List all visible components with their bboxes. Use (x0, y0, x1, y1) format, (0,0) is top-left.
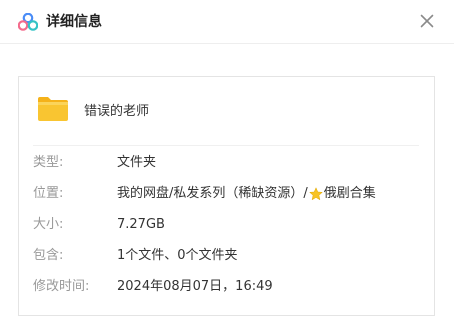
size-label: 大小: (33, 217, 64, 232)
divider (33, 145, 419, 146)
location-label: 位置: (33, 186, 64, 201)
folder-icon (38, 97, 68, 121)
file-name: 错误的老师 (84, 104, 150, 119)
details-panel: 错误的老师 类型: 文件夹 位置: 我的网盘/私发系列（稀缺资源）/ 俄剧合集 … (18, 76, 435, 316)
cloud-logo-icon (18, 13, 38, 31)
location-row: 位置: 我的网盘/私发系列（稀缺资源）/ 俄剧合集 (33, 184, 423, 204)
location-path-text: 我的网盘/私发系列（稀缺资源）/ (117, 186, 308, 201)
type-label: 类型: (33, 155, 64, 170)
modified-value: 2024年08月07日，16:49 (117, 279, 273, 294)
details-dialog: 详细信息 错误的老师 类型: 文件夹 位置: 我的网盘/私发系列（稀缺资源）/ (0, 0, 454, 333)
file-summary: 错误的老师 (19, 77, 434, 145)
modified-label: 修改时间: (33, 279, 90, 294)
location-value: 我的网盘/私发系列（稀缺资源）/ 俄剧合集 (117, 184, 376, 204)
size-value: 7.27GB (117, 217, 165, 232)
modified-row: 修改时间: 2024年08月07日，16:49 (33, 277, 423, 297)
close-icon[interactable] (418, 12, 436, 30)
type-row: 类型: 文件夹 (33, 153, 423, 173)
size-row: 大小: 7.27GB (33, 215, 423, 235)
contains-label: 包含: (33, 248, 64, 263)
dialog-header: 详细信息 (0, 0, 454, 44)
dialog-title: 详细信息 (46, 14, 102, 30)
contains-value: 1个文件、0个文件夹 (117, 248, 238, 263)
location-folder-text: 俄剧合集 (323, 186, 376, 201)
contains-row: 包含: 1个文件、0个文件夹 (33, 246, 423, 266)
type-value: 文件夹 (117, 155, 157, 170)
star-icon (308, 187, 323, 201)
